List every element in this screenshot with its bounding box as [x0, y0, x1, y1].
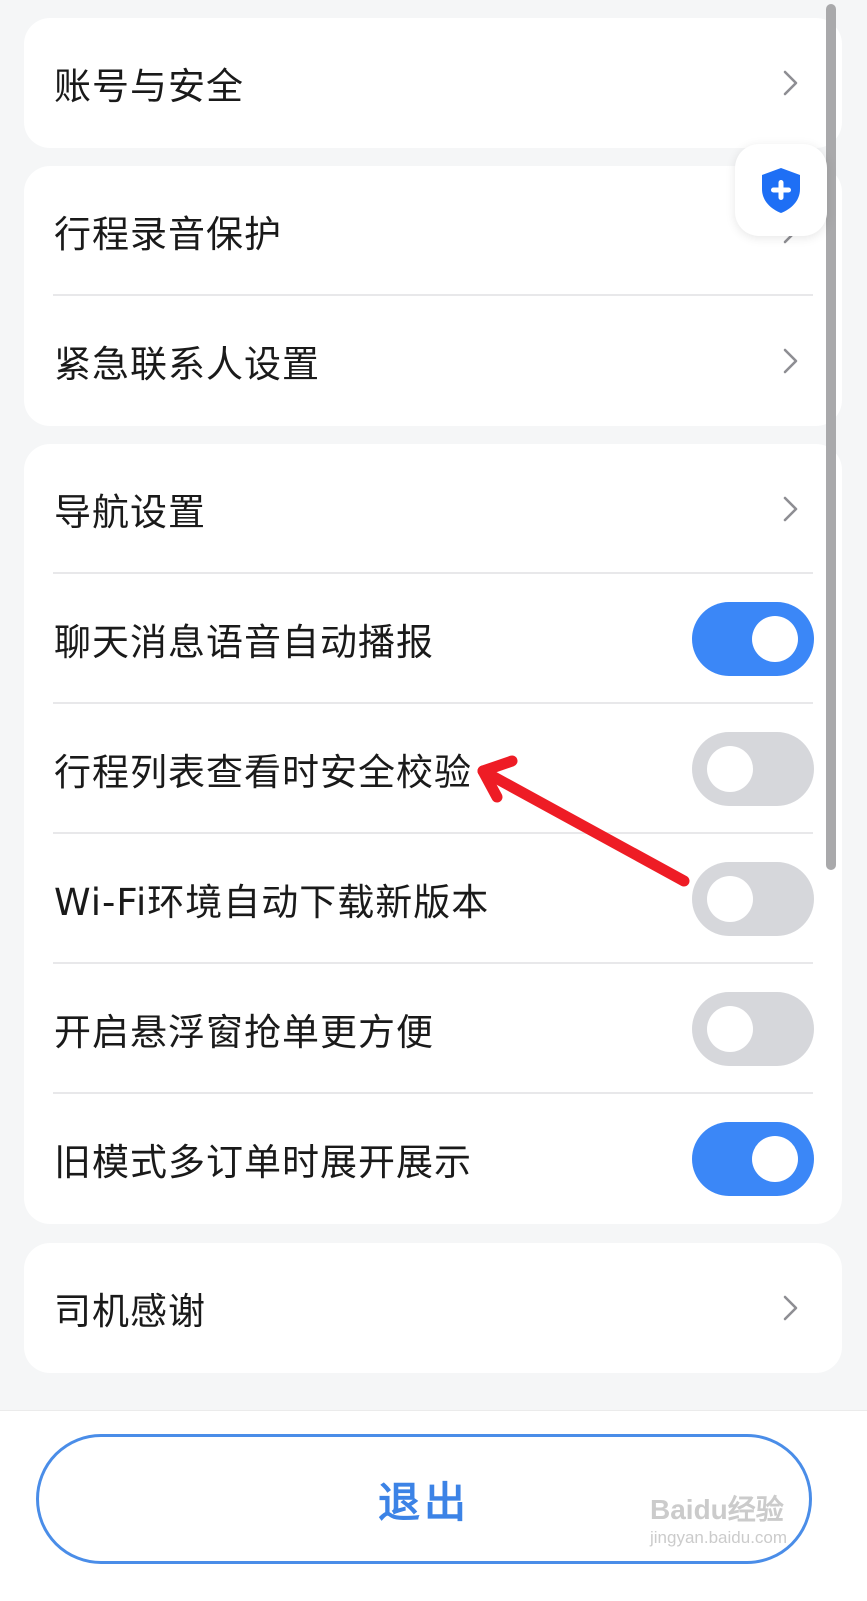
trip-list-verification-toggle[interactable] [692, 732, 814, 806]
account-card: 账号与安全 [24, 18, 842, 148]
emergency-contacts-label: 紧急联系人设置 [54, 343, 320, 386]
navigation-item[interactable]: 导航设置 [24, 444, 842, 574]
driver-thanks-item[interactable]: 司机感谢 [24, 1243, 842, 1373]
toggle-knob [707, 746, 753, 792]
toggle-knob [752, 616, 798, 662]
chevron-right-icon [783, 70, 798, 96]
old-mode-expand-label: 旧模式多订单时展开展示 [54, 1141, 472, 1184]
old-mode-expand-toggle[interactable] [692, 1122, 814, 1196]
toggle-knob [752, 1136, 798, 1182]
watermark-url: jingyan.baidu.com [650, 1528, 788, 1547]
trip-list-verification-label: 行程列表查看时安全校验 [54, 751, 472, 794]
scrollbar[interactable] [826, 4, 836, 870]
wifi-auto-download-item: Wi-Fi环境自动下载新版本 [24, 834, 842, 964]
chevron-right-icon [783, 496, 798, 522]
preferences-card: 导航设置 聊天消息语音自动播报 行程列表查看时安全校验 Wi-Fi环境自动下载新… [24, 444, 842, 1224]
safety-card: 行程录音保护 紧急联系人设置 [24, 166, 842, 426]
trip-list-verification-item: 行程列表查看时安全校验 [24, 704, 842, 834]
account-security-label: 账号与安全 [54, 65, 244, 108]
chevron-right-icon [783, 348, 798, 374]
chevron-right-icon [783, 1295, 798, 1321]
wifi-auto-download-toggle[interactable] [692, 862, 814, 936]
toggle-knob [707, 876, 753, 922]
emergency-contacts-item[interactable]: 紧急联系人设置 [24, 296, 842, 426]
navigation-label: 导航设置 [54, 491, 206, 534]
chat-voice-broadcast-toggle[interactable] [692, 602, 814, 676]
chat-voice-broadcast-label: 聊天消息语音自动播报 [54, 621, 434, 664]
floating-window-toggle[interactable] [692, 992, 814, 1066]
watermark-brand: Baidu经验 [650, 1494, 784, 1525]
shield-plus-icon [762, 168, 800, 213]
trip-recording-label: 行程录音保护 [54, 213, 282, 256]
toggle-knob [707, 1006, 753, 1052]
wifi-auto-download-label: Wi-Fi环境自动下载新版本 [54, 881, 490, 924]
thanks-card: 司机感谢 [24, 1243, 842, 1373]
baidu-watermark: Baidu经验 jingyan.baidu.com [650, 1488, 825, 1548]
floating-window-item: 开启悬浮窗抢单更方便 [24, 964, 842, 1094]
account-security-item[interactable]: 账号与安全 [24, 18, 842, 148]
safety-shield-button[interactable] [735, 144, 827, 236]
chat-voice-broadcast-item: 聊天消息语音自动播报 [24, 574, 842, 704]
trip-recording-item[interactable]: 行程录音保护 [24, 166, 842, 296]
old-mode-expand-item: 旧模式多订单时展开展示 [24, 1094, 842, 1224]
driver-thanks-label: 司机感谢 [54, 1290, 206, 1333]
floating-window-label: 开启悬浮窗抢单更方便 [54, 1011, 434, 1054]
